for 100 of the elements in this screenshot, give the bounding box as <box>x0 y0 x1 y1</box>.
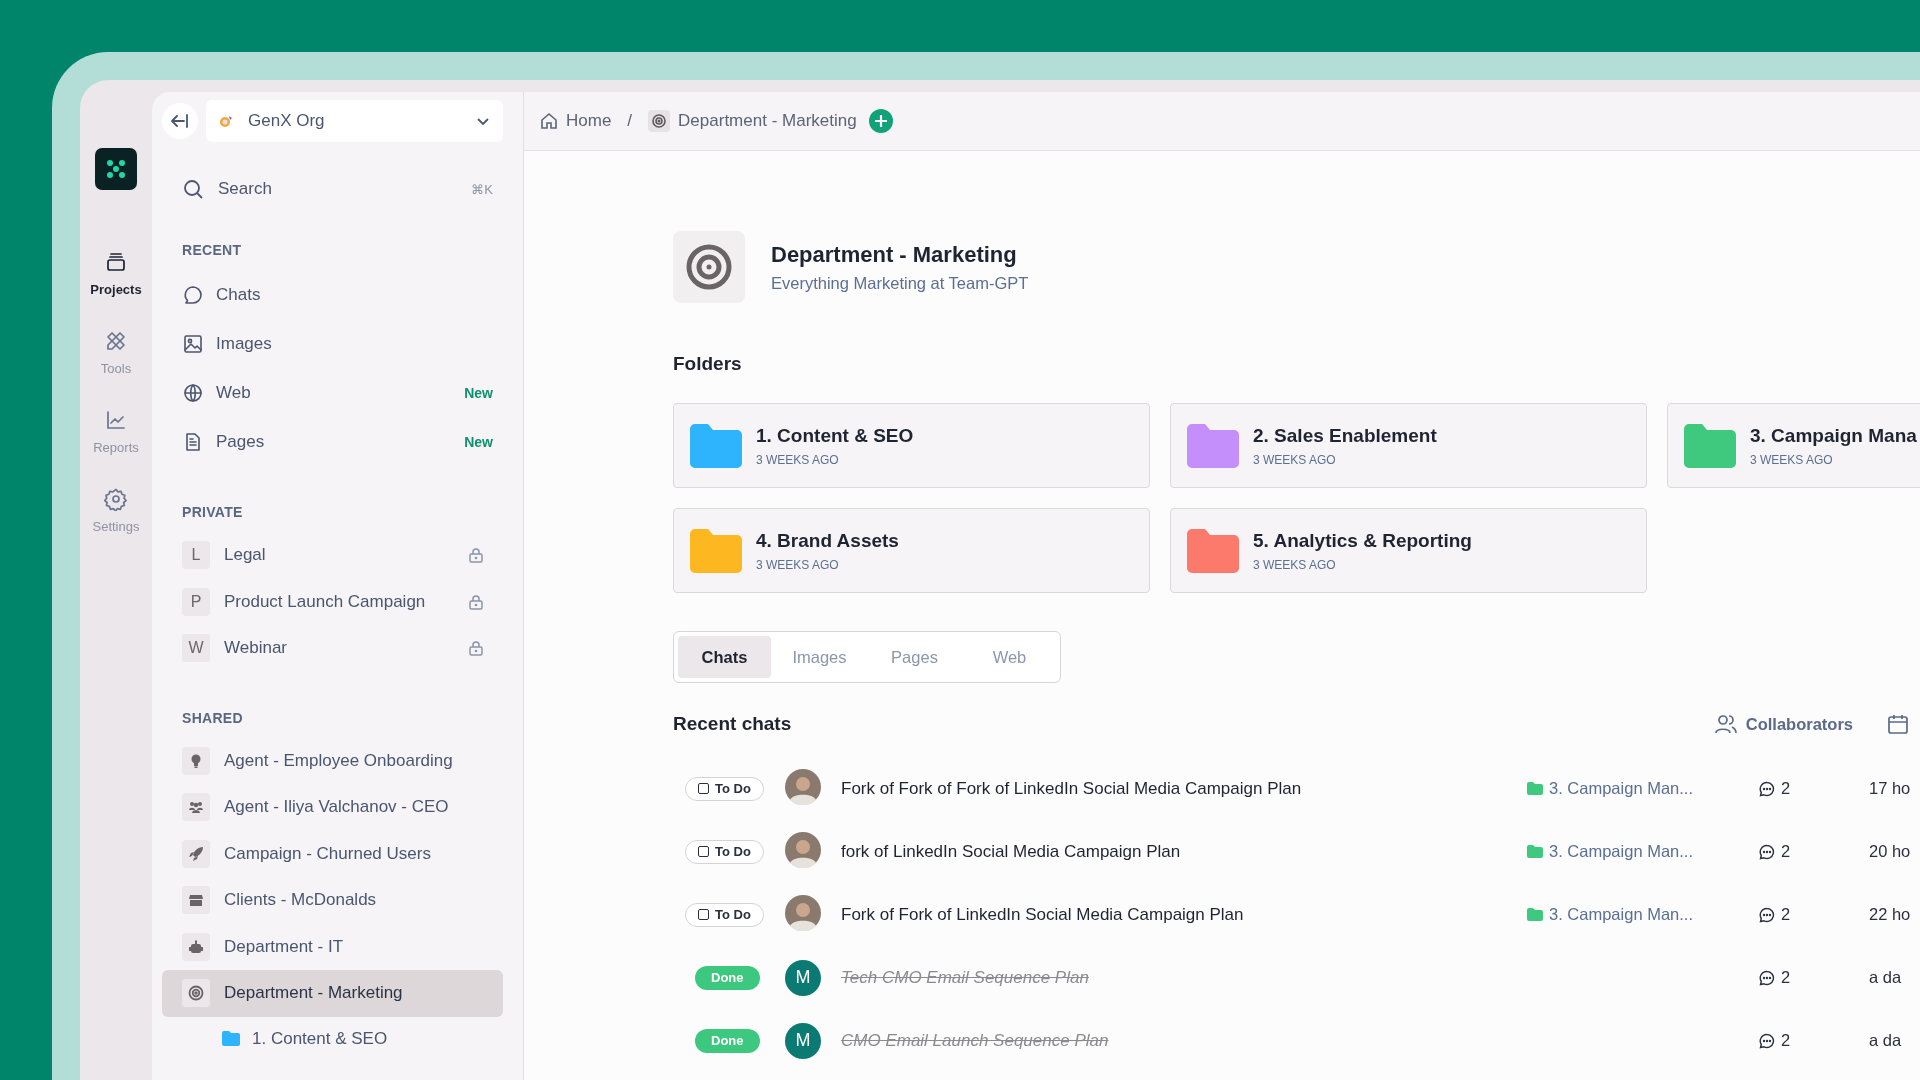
chat-title[interactable]: fork of LinkedIn Social Media Campaign Plan <box>841 841 1181 862</box>
chart-icon <box>104 408 128 432</box>
folder-icon <box>1527 844 1543 858</box>
nav-item[interactable]: L Legal <box>162 532 503 579</box>
avatar <box>785 768 821 805</box>
section-heading: PRIVATE <box>182 504 244 520</box>
comment-count: 2 <box>1781 968 1791 987</box>
folder-icon <box>1527 781 1543 795</box>
section-heading: RECENT <box>182 242 243 258</box>
folder-time: 3 WEEKS AGO <box>756 452 840 467</box>
comment-count: 2 <box>1781 905 1791 924</box>
pencil-ruler-icon <box>104 329 128 353</box>
breadcrumb-separator: / <box>627 111 633 131</box>
folder-card[interactable]: 2. Sales Enablement 3 WEEKS AGO <box>1170 403 1647 488</box>
nav-item[interactable]: Images <box>162 319 503 368</box>
breadcrumb-link[interactable]: Home <box>540 111 612 131</box>
folder-name: 3. Campaign Mana <box>1750 424 1917 447</box>
folder-name: 2. Sales Enablement <box>1253 424 1437 447</box>
add-button[interactable] <box>868 109 893 133</box>
nav-item[interactable]: Department - IT <box>162 923 503 970</box>
section-heading: SHARED <box>182 709 244 726</box>
search-icon <box>182 178 204 200</box>
chat-time: 22 ho <box>1869 905 1912 924</box>
folder-icon <box>1527 907 1543 921</box>
chat-title[interactable]: Fork of Fork of LinkedIn Social Media Campaign Plan <box>841 904 1244 925</box>
section-title: Recent chats <box>673 713 792 735</box>
avatar: M <box>785 959 821 996</box>
chat-time: 17 ho <box>1869 779 1912 798</box>
collapse-button[interactable] <box>162 103 198 139</box>
avatar <box>785 894 821 931</box>
app-logo[interactable] <box>95 148 137 190</box>
comment-icon <box>1759 906 1775 923</box>
status-badge[interactable]: To Do <box>685 776 764 801</box>
folder-card[interactable]: 5. Analytics & Reporting 3 WEEKS AGO <box>1170 508 1647 593</box>
nav-item[interactable]: Chats <box>162 270 503 319</box>
tab[interactable]: Chats <box>678 636 771 678</box>
folder-link[interactable]: 3. Campaign Man... <box>1527 841 1693 861</box>
nav-item[interactable]: W Webinar <box>162 625 503 672</box>
calendar-icon[interactable] <box>1887 713 1909 735</box>
target-icon <box>673 231 745 303</box>
nav-item[interactable]: Clients - McDonalds <box>162 877 503 924</box>
stack-icon <box>104 250 128 274</box>
folder-link[interactable]: 3. Campaign Man... <box>1527 904 1693 924</box>
target-icon <box>648 110 671 132</box>
initial-avatar: W <box>182 634 210 663</box>
nav-item[interactable]: Agent - Iliya Valchanov - CEO <box>162 784 503 831</box>
nav-item[interactable]: Department - Marketing <box>162 970 503 1017</box>
chat-time: 20 ho <box>1869 842 1912 861</box>
collaborators-button[interactable]: Collaborators <box>1713 713 1853 735</box>
folder-time: 3 WEEKS AGO <box>1253 557 1337 572</box>
people-icon <box>188 799 204 816</box>
avatar <box>785 831 821 868</box>
comment-icon <box>1759 1032 1775 1049</box>
comment-count: 2 <box>1781 779 1791 798</box>
nav-item[interactable]: Campaign - Churned Users <box>162 830 503 877</box>
nav-item[interactable]: P Product Launch Campaign <box>162 578 503 625</box>
home-icon <box>540 112 558 130</box>
initial-avatar: L <box>182 541 210 570</box>
arrow-left-icon <box>170 111 190 131</box>
rocket-icon <box>188 845 204 862</box>
folder-item[interactable]: 1. Content & SEO <box>162 1016 503 1061</box>
target-icon <box>188 985 204 1002</box>
status-badge[interactable]: To Do <box>685 839 764 864</box>
people-icon <box>1713 713 1738 735</box>
comment-count: 2 <box>1781 842 1791 861</box>
org-logo-icon <box>218 113 234 129</box>
breadcrumb-link[interactable]: Department - Marketing <box>648 110 857 132</box>
project-subtitle: Everything Marketing at Team-GPT <box>771 273 1029 293</box>
nav-item[interactable]: Pages New <box>162 417 503 466</box>
chat-bubble-icon <box>182 283 204 306</box>
comment-icon <box>1759 969 1775 986</box>
folder-card[interactable]: 1. Content & SEO 3 WEEKS AGO <box>673 403 1150 488</box>
comment-icon <box>1759 780 1775 797</box>
comment-count: 2 <box>1781 1031 1791 1050</box>
org-selector[interactable]: GenX Org <box>206 100 503 142</box>
shortcut-hint: ⌘K <box>471 181 493 197</box>
nav-item[interactable]: Web New <box>162 368 503 417</box>
search-field[interactable]: Search <box>216 178 460 200</box>
globe-icon <box>182 381 204 404</box>
project-title: Department - Marketing <box>771 241 1018 268</box>
settings-icon <box>104 487 128 511</box>
comment-icon <box>1759 843 1775 860</box>
rail-item[interactable]: Projects <box>90 250 142 297</box>
robot-icon <box>188 938 204 955</box>
folder-time: 3 WEEKS AGO <box>756 557 840 572</box>
folder-card[interactable]: 4. Brand Assets 3 WEEKS AGO <box>673 508 1150 593</box>
initial-avatar: P <box>182 587 210 616</box>
nav-item[interactable]: Agent - Employee Onboarding <box>162 737 503 784</box>
avatar: M <box>785 1022 821 1059</box>
new-label: New <box>464 384 493 401</box>
folder-link[interactable]: 3. Campaign Man... <box>1527 778 1693 798</box>
folder-name: 4. Brand Assets <box>756 529 899 552</box>
folder-name: 5. Analytics & Reporting <box>1253 529 1472 552</box>
folder-name: 1. Content & SEO <box>756 424 914 447</box>
chat-title[interactable]: Fork of Fork of Fork of LinkedIn Social Media Campaign Plan <box>841 778 1302 799</box>
status-badge[interactable]: To Do <box>685 902 764 927</box>
store-icon <box>188 892 204 909</box>
folder-time: 3 WEEKS AGO <box>1750 452 1834 467</box>
new-label: New <box>464 433 493 450</box>
folder-card[interactable]: 3. Campaign Mana 3 WEEKS AGO <box>1667 403 1920 488</box>
